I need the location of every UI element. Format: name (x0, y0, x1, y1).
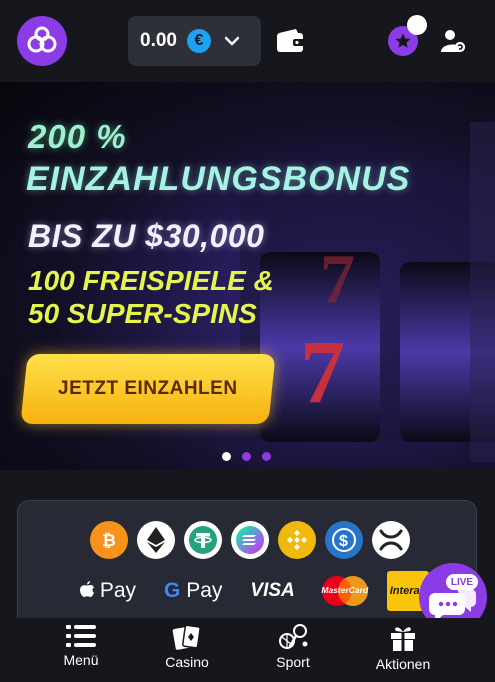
banner-headline-bonus: EINZAHLUNGSBONUS (26, 160, 411, 198)
carousel-dot-3[interactable] (262, 452, 271, 461)
google-pay-label: Pay (186, 579, 223, 602)
chevron-down-icon (224, 36, 239, 46)
menu-icon (66, 625, 96, 647)
bottom-navigation: Menü Casino Sport Aktionen (0, 618, 495, 682)
brand-logo[interactable] (17, 16, 67, 66)
wallet-icon[interactable] (276, 28, 306, 54)
banner-super-spins: 50 SUPER-SPINS (28, 298, 257, 329)
apple-icon (80, 581, 94, 597)
deposit-now-button[interactable]: JETZT EINZAHLEN (20, 354, 276, 424)
google-g-letter: G (164, 579, 181, 602)
visa-logo: VISA (250, 580, 295, 601)
apple-pay-label: Pay (99, 579, 137, 602)
usd-coin-icon: $ (325, 521, 363, 559)
playing-cards-icon (172, 624, 201, 650)
live-badge: LIVE (446, 574, 478, 590)
banner-headline-percent: 200 % (28, 118, 127, 155)
mastercard-logo: MasterCard (319, 575, 371, 607)
banner-free-spins: 100 FREISPIELE & (28, 265, 274, 296)
star-icon (395, 33, 411, 48)
payment-methods-card: ₿ $ Pay G Pay VISA MasterCard Interac (17, 500, 477, 630)
gift-icon (391, 627, 415, 651)
ethereum-icon (137, 521, 175, 559)
svg-text:₿: ₿ (102, 531, 116, 550)
infinity-logo-icon (27, 26, 57, 53)
nav-label-promotions: Aktionen (375, 656, 431, 672)
nav-item-promotions[interactable]: Aktionen (368, 618, 438, 682)
apple-pay-logo: Pay (80, 579, 136, 603)
svg-text:$: $ (339, 533, 348, 550)
banner-bonus-amount: BIS ZU $30,000 (28, 218, 265, 254)
balance-amount: 0.00 (140, 30, 177, 51)
top-header: 0.00 € (0, 0, 495, 80)
nav-item-menu[interactable]: Menü (55, 618, 107, 682)
crypto-methods-row: ₿ $ (90, 521, 410, 559)
svg-text:7: 7 (320, 241, 355, 318)
euro-currency-icon: € (186, 29, 211, 53)
svg-text:7: 7 (300, 323, 345, 422)
nav-item-sport[interactable]: Sport (268, 618, 318, 682)
binance-coin-icon (278, 521, 316, 559)
carousel-dot-1[interactable] (222, 452, 231, 461)
carousel-indicator (222, 452, 271, 461)
promo-banner[interactable]: 7 7 200 % EINZAHLUNGSBONUS BIS ZU $30,00… (0, 82, 495, 470)
solana-icon (231, 521, 269, 559)
mastercard-label: MasterCard (321, 585, 369, 595)
sports-icon (279, 624, 308, 649)
tether-icon (184, 521, 222, 559)
carousel-dot-2[interactable] (242, 452, 251, 461)
notification-dot (407, 15, 427, 35)
deposit-now-label: JETZT EINZAHLEN (58, 378, 238, 399)
nav-label-menu: Menü (63, 652, 99, 668)
nav-label-sport: Sport (276, 654, 310, 670)
balance-selector[interactable]: 0.00 € (128, 16, 261, 66)
nav-label-casino: Casino (165, 654, 209, 670)
user-settings-icon[interactable] (441, 28, 467, 54)
fiat-methods-row: Pay G Pay VISA MasterCard Interac (78, 571, 458, 611)
google-pay-logo: G Pay (164, 579, 222, 603)
bitcoin-icon: ₿ (90, 521, 128, 559)
nav-item-casino[interactable]: Casino (158, 618, 216, 682)
xrp-icon (372, 521, 410, 559)
